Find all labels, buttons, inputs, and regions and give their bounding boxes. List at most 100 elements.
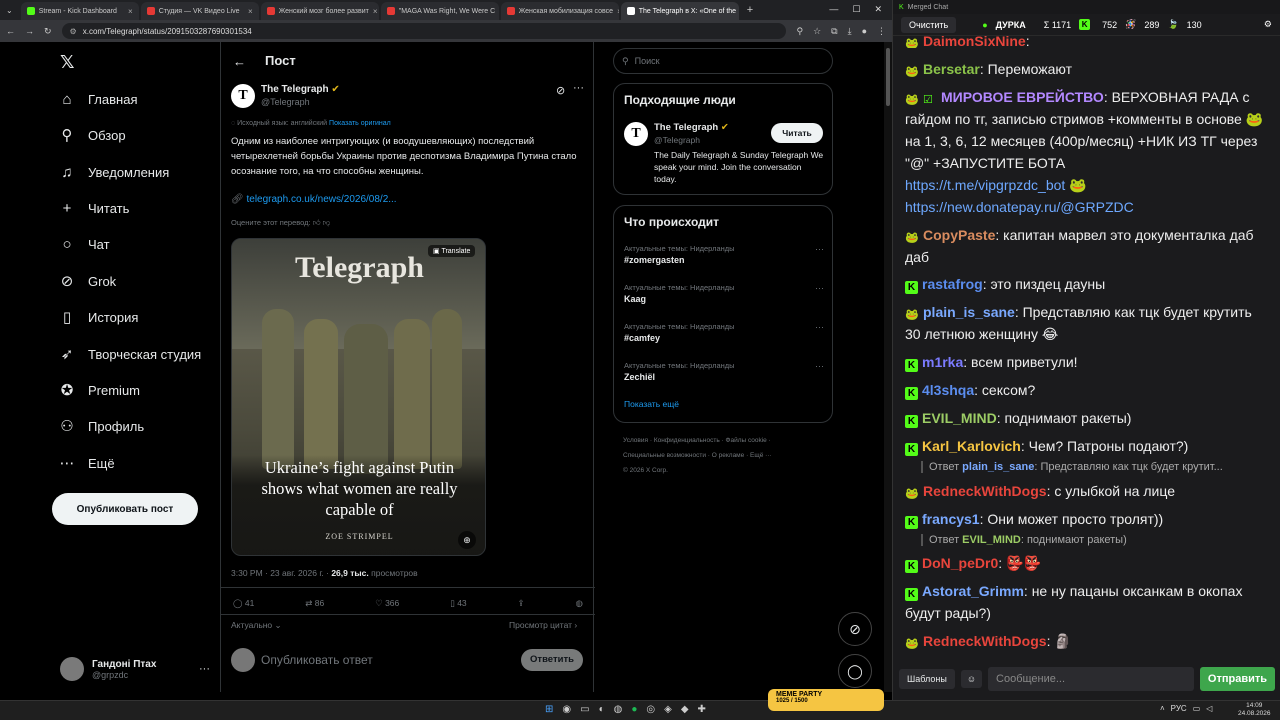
nav-bookmarks[interactable]: ▯ История [58, 308, 139, 326]
nav-profile[interactable]: ⚇ Профиль [58, 417, 144, 435]
nav-premium[interactable]: ✪ Premium [58, 381, 140, 399]
search-input[interactable]: ⚲ Поиск [613, 48, 833, 74]
steam-icon[interactable]: ◍ [614, 704, 623, 715]
nav-explore[interactable]: ⚲ Обзор [58, 126, 126, 144]
nav-grok[interactable]: ⊘ Grok [58, 272, 116, 290]
zoom-icon[interactable]: ⚲ [796, 26, 803, 37]
url-field[interactable]: ⚙ x.com/Telegraph/status/209150328769030… [61, 23, 787, 39]
more-icon[interactable]: ··· [199, 663, 210, 675]
settings-gear-icon[interactable]: ⚙ [1264, 19, 1272, 30]
app-icon[interactable]: ✚ [698, 704, 706, 715]
show-more-link[interactable]: Показать ещё [624, 399, 679, 409]
more-options-icon[interactable]: ··· [815, 361, 824, 371]
trend-item[interactable]: Актуальные темы: Нидерланды #camfey ··· [624, 322, 824, 343]
windows-start-icon[interactable]: ⊞ [545, 704, 553, 715]
star-icon[interactable]: ☆ [813, 26, 821, 37]
browser-menu-icon[interactable]: ⋮ [877, 26, 886, 37]
trend-item[interactable]: Актуальные темы: Нидерланды Kaag ··· [624, 283, 824, 304]
author-name[interactable]: The Telegraph ✔ [261, 84, 340, 95]
clock[interactable]: 14:09 24.08.2026 [1238, 702, 1271, 718]
download-icon[interactable]: ⤓ [848, 26, 852, 37]
more-options-icon[interactable]: ··· [815, 244, 824, 254]
chat-username[interactable]: 4l3shqa [922, 382, 974, 398]
more-options-icon[interactable]: ··· [815, 283, 824, 293]
share-icon[interactable]: ⇪ [518, 598, 525, 609]
reply-input[interactable]: Опубликовать ответ [261, 653, 373, 667]
emoji-icon[interactable]: ☺ [960, 670, 983, 688]
telegraph-avatar[interactable]: T [624, 122, 648, 146]
app-icon[interactable]: ◆ [681, 704, 689, 715]
tab-list-chevron-icon[interactable]: ⌄ [0, 6, 19, 20]
footer-link[interactable]: Конфиденциальность [654, 437, 720, 444]
trend-item[interactable]: Актуальные темы: Нидерланды Zechiël ··· [624, 361, 824, 382]
close-tab-icon[interactable]: × [373, 7, 378, 16]
reload-icon[interactable]: ↻ [44, 26, 52, 37]
app-icon[interactable]: ◈ [664, 704, 672, 715]
telegraph-avatar[interactable]: T [231, 84, 255, 108]
chat-username[interactable]: francys1 [922, 511, 980, 527]
trend-item[interactable]: Актуальные темы: Нидерланды #zomergasten ·… [624, 244, 824, 265]
retweet-action[interactable]: ⇄ 86 [305, 598, 324, 609]
thumb-up-icon[interactable]: 👍︎ [313, 218, 321, 227]
folder-icon[interactable]: ▭ [580, 704, 589, 715]
obs-icon[interactable]: ◎ [646, 704, 655, 715]
nav-home[interactable]: ⌂ Главная [58, 90, 137, 108]
bookmark-action[interactable]: ▯ 43 [450, 598, 467, 609]
language-indicator[interactable]: РУС [1171, 704, 1187, 713]
chat-link[interactable]: https://new.donatepay.ru/@GRPZDC [905, 199, 1134, 215]
footer-link[interactable]: Специальные возможности [623, 452, 706, 459]
more-options-icon[interactable]: ··· [815, 322, 824, 332]
thumb-down-icon[interactable]: 👎︎ [323, 218, 331, 227]
chrome-icon[interactable]: ◉ [562, 704, 571, 715]
nav-chat[interactable]: ○ Чат [58, 235, 109, 253]
chat-username[interactable]: DoN_peDr0 [922, 555, 998, 571]
browser-tab[interactable]: Stream - Kick Dashboard × [20, 2, 139, 20]
nav-notifications[interactable]: ♫ Уведомления [58, 163, 169, 181]
browser-tab[interactable]: Женская мобилизация совсе× [500, 2, 619, 20]
x-logo-icon[interactable]: 𝕏 [60, 52, 75, 73]
chat-username[interactable]: CopyPaste [923, 227, 995, 243]
messages-floating-button[interactable]: ◯ [838, 654, 872, 688]
forward-icon[interactable]: → [25, 26, 34, 36]
profile-avatar-icon[interactable]: ● [862, 26, 867, 36]
reply-button[interactable]: Ответить [521, 649, 583, 671]
reply-context[interactable]: Ответ plain_is_sane: Представляю как тцк… [921, 461, 1261, 473]
view-quotes-link[interactable]: Просмотр цитат › [509, 620, 577, 630]
more-options-icon[interactable]: ··· [573, 82, 584, 94]
chat-username[interactable]: plain_is_sane [923, 304, 1015, 320]
publish-post-button[interactable]: Опубликовать пост [52, 493, 198, 525]
browser-tab[interactable]: "MAGA Was Right, We Were C× [380, 2, 499, 20]
follow-button[interactable]: Читать [771, 123, 823, 143]
chat-username[interactable]: RedneckWithDogs [923, 483, 1047, 499]
close-tab-icon[interactable]: × [128, 7, 133, 16]
volume-icon[interactable]: ◁ [1206, 704, 1212, 713]
reply-action[interactable]: ◯ 41 [233, 598, 254, 609]
discord-icon[interactable]: ◐ [599, 704, 605, 715]
nav-more[interactable]: ⋯ Ещё [58, 454, 115, 472]
image-translate-button[interactable]: ▣ Translate [428, 245, 476, 257]
show-original-link[interactable]: Показать оригинал [329, 120, 391, 127]
chat-link[interactable]: https://t.me/vipgrpzdc_bot [905, 177, 1065, 193]
close-tab-icon[interactable]: × [248, 7, 253, 16]
back-icon[interactable]: ← [6, 26, 15, 36]
grok-icon[interactable]: ⊘ [556, 84, 565, 97]
extension-icon[interactable]: ⧉ [831, 26, 837, 37]
chat-username[interactable]: rastafrog [922, 276, 983, 292]
suggest-name[interactable]: The Telegraph ✔ [654, 122, 729, 133]
chat-username[interactable]: Astorat_Grimm [922, 583, 1024, 599]
page-scrollbar[interactable] [884, 42, 892, 692]
footer-link[interactable]: Ещё ··· [750, 452, 772, 459]
chat-username[interactable]: Karl_Karlovich [922, 438, 1021, 454]
send-button[interactable]: Отправить [1199, 667, 1275, 691]
network-icon[interactable]: ▭ [1193, 704, 1201, 713]
browser-tab[interactable]: Студия — VK Видео Live × [140, 2, 259, 20]
new-tab-icon[interactable]: + [739, 4, 761, 20]
article-link[interactable]: 🔗︎ telegraph.co.uk/news/2026/08/2... [231, 194, 397, 205]
chat-username[interactable]: DaimonSixNine [923, 33, 1026, 48]
footer-link[interactable]: Условия [623, 437, 648, 444]
message-input[interactable]: Сообщение... [988, 667, 1194, 691]
nav-follow[interactable]: + Читать [58, 199, 130, 217]
back-arrow-icon[interactable]: ← [233, 54, 246, 69]
reply-context[interactable]: Ответ EVIL_MIND: поднимают ракеты) [921, 534, 1261, 546]
article-image[interactable]: Telegraph ▣ Translate Ukraine’s fight ag… [231, 238, 486, 556]
